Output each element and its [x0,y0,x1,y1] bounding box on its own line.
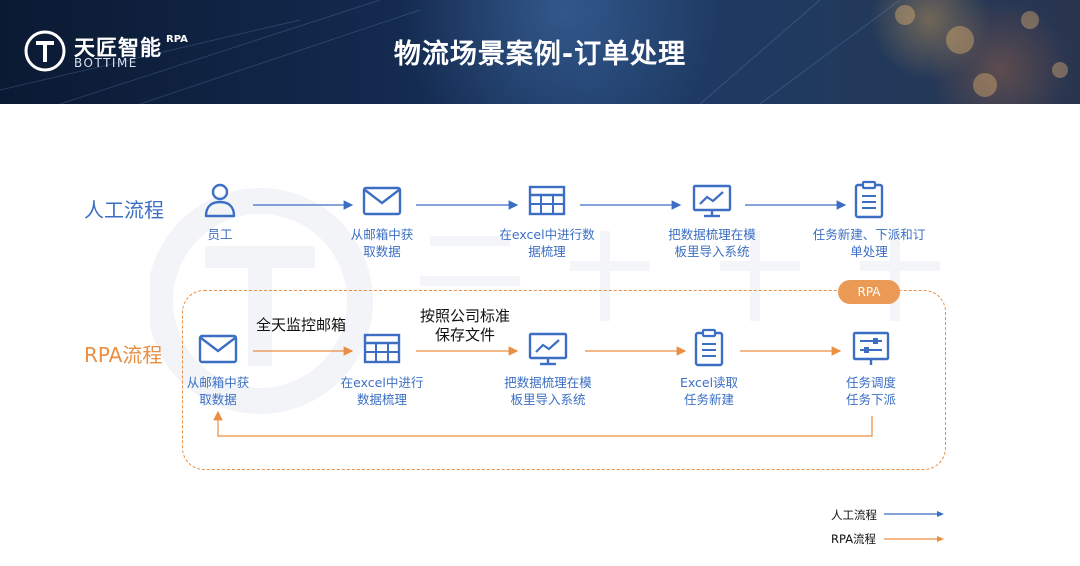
node-label: 任务新建、下派和订 单处理 [812,227,926,259]
mail-icon [362,186,402,216]
monitor-chart-icon [692,184,732,218]
node-label: 任务调度 任务下派 [845,375,896,407]
rpa-node-import: 把数据梳理在模 板里导入系统 [488,328,608,408]
manual-node-employee: 员工 [160,180,280,243]
table-icon [528,185,566,216]
table-icon [363,333,401,364]
rpa-node-excel: 在excel中进行 数据梳理 [322,328,442,408]
node-label: 在excel中进行数 据梳理 [499,227,595,259]
node-label: Excel读取 任务新建 [679,375,739,407]
manual-node-mail: 从邮箱中获 取数据 [322,180,442,260]
legend-manual-label: 人工流程 [831,508,877,522]
manual-flow-label: 人工流程 [84,198,164,222]
page-title: 物流场景案例-订单处理 [393,39,687,70]
node-label: 把数据梳理在模 板里导入系统 [504,375,592,407]
rpa-node-excel-read: Excel读取 任务新建 [649,328,769,408]
mail-icon [198,334,238,364]
rpa-node-dispatch: 任务调度 任务下派 [811,328,931,408]
rpa-flow-label: RPA流程 [84,343,163,367]
legend-rpa-line [884,536,944,542]
legend-manual-line [884,511,944,517]
clipboard-icon [854,180,884,219]
dispatch-icon [852,331,890,365]
node-label: 从邮箱中获 取数据 [186,375,250,407]
header-banner: 天匠智能 RPA BOTTIME 物流场景案例-订单处理 [0,0,1080,104]
rpa-node-mail: 从邮箱中获 取数据 [158,328,278,408]
person-icon [204,183,236,218]
manual-node-import: 把数据梳理在模 板里导入系统 [652,180,772,260]
node-label: 从邮箱中获 取数据 [350,227,414,259]
manual-node-excel: 在excel中进行数 据梳理 [487,180,607,260]
node-label: 员工 [207,227,233,242]
clipboard-icon [694,328,724,367]
monitor-chart-icon [528,332,568,366]
manual-node-order: 任务新建、下派和订 单处理 [809,180,929,260]
legend-rpa-label: RPA流程 [831,532,877,546]
node-label: 把数据梳理在模 板里导入系统 [668,227,756,259]
rpa-badge: RPA [838,280,900,304]
node-label: 在excel中进行 数据梳理 [340,375,424,407]
